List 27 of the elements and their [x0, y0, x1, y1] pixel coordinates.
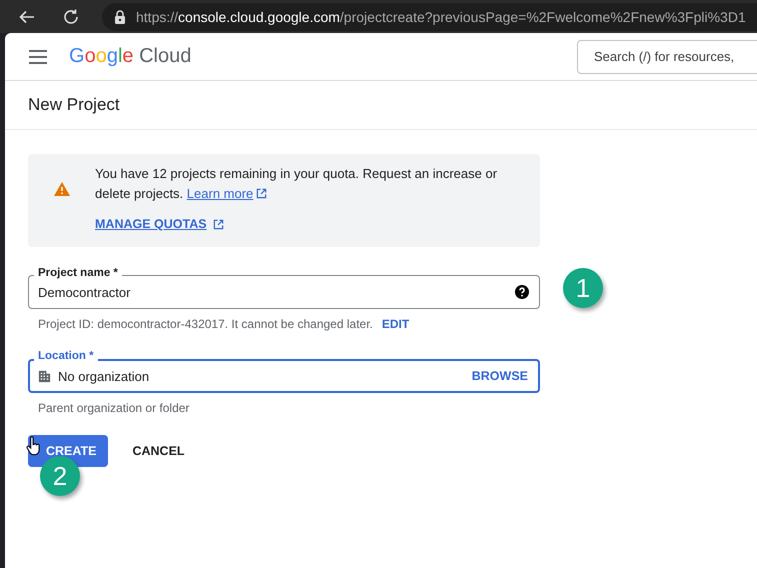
notice-text: You have 12 projects remaining in your quota. Request an increase or delete projects. Learn more [95, 165, 498, 203]
address-bar[interactable]: https://console.cloud.google.com/projectcreate?previousPage=%2Fwelcome%2Fnew%3Fpli%3D1 [102, 2, 757, 30]
url-text: https://console.cloud.google.com/projectcreate?previousPage=%2Fwelcome%2Fnew%3Fpli%3D1 [136, 8, 746, 24]
field-hint: Parent organization or folder [38, 401, 190, 415]
external-link-icon [256, 188, 268, 199]
field-value: No organization [58, 368, 150, 384]
page-title: New Project [28, 95, 120, 115]
field-value: Democontractor [38, 284, 132, 300]
reload-icon[interactable] [62, 8, 80, 26]
warning-icon [54, 182, 70, 196]
help-icon[interactable] [515, 285, 529, 299]
lock-icon [114, 10, 126, 24]
external-link-icon [212, 218, 224, 230]
building-icon [38, 370, 51, 382]
menu-icon[interactable] [29, 50, 47, 64]
field-hint: Project ID: democontractor-432017. It cannot be changed later. [38, 317, 373, 331]
field-label: Location * [34, 349, 98, 363]
browse-button[interactable]: BROWSE [472, 369, 528, 383]
logo[interactable]: Google Cloud [69, 45, 192, 68]
cancel-button[interactable]: CANCEL [132, 435, 185, 467]
location-field[interactable]: No organization BROWSE [28, 359, 540, 393]
manage-quotas-link[interactable]: MANAGE QUOTAS [95, 217, 224, 231]
edit-button[interactable]: EDIT [382, 317, 410, 331]
search-field[interactable]: Search (/) for resources, [577, 40, 757, 74]
field-label: Project name * [34, 266, 122, 280]
hand-cursor-icon [26, 436, 41, 457]
learn-more-link[interactable]: Learn more [186, 186, 268, 201]
